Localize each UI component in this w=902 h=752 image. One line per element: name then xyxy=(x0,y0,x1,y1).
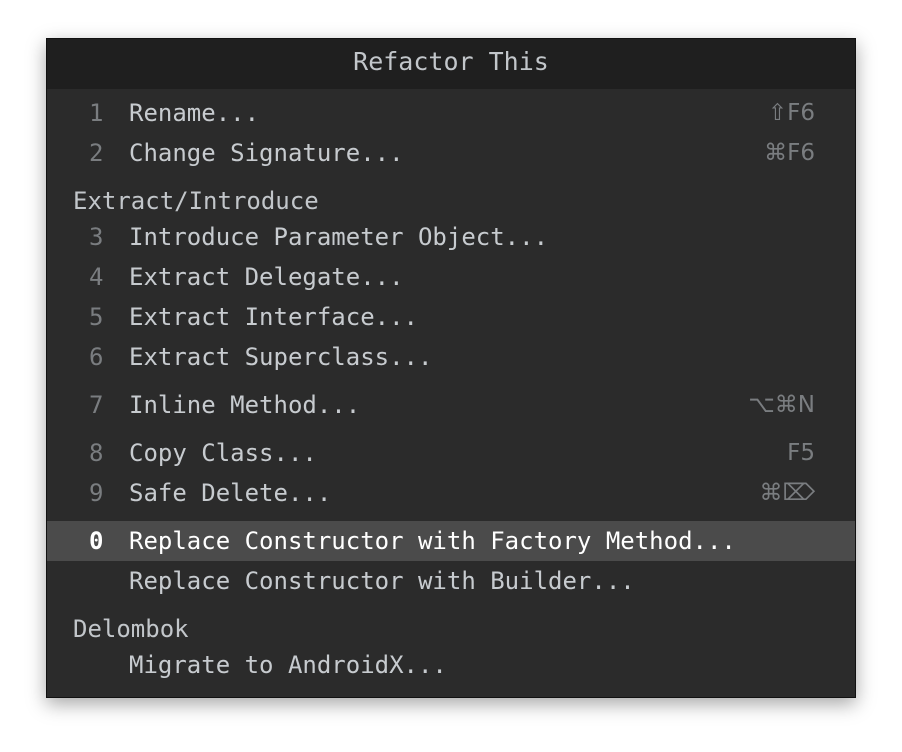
menu-item-rename[interactable]: 1 Rename... ⇧F6 xyxy=(47,93,855,133)
menu-item-replace-constructor-builder[interactable]: Replace Constructor with Builder... xyxy=(47,561,855,601)
menu-item-number: 3 xyxy=(89,223,104,251)
menu-item-label: Replace Constructor with Factory Method.… xyxy=(129,527,736,555)
menu-item-migrate-androidx[interactable]: Migrate to AndroidX... xyxy=(47,645,855,685)
menu-item-label: Rename... xyxy=(129,99,260,127)
menu-item-label: Extract Interface... xyxy=(129,303,418,331)
menu-item-number: 9 xyxy=(89,479,104,507)
menu-item-number: 8 xyxy=(89,439,104,467)
menu-item-copy-class[interactable]: 8 Copy Class... F5 xyxy=(47,433,855,473)
menu-item-label: Copy Class... xyxy=(129,439,317,467)
menu-item-label: Replace Constructor with Builder... xyxy=(129,567,635,595)
menu-item-shortcut: ⌘F6 xyxy=(764,140,815,166)
menu-item-label: Extract Delegate... xyxy=(129,263,404,291)
menu-item-extract-interface[interactable]: 5 Extract Interface... xyxy=(47,297,855,337)
menu-item-label: Migrate to AndroidX... xyxy=(129,651,447,679)
menu-item-label: Change Signature... xyxy=(129,139,404,167)
menu-item-extract-superclass[interactable]: 6 Extract Superclass... xyxy=(47,337,855,377)
menu-item-number: 1 xyxy=(89,99,104,127)
menu-item-shortcut: F5 xyxy=(787,440,815,466)
menu-item-inline-method[interactable]: 7 Inline Method... ⌥⌘N xyxy=(47,385,855,425)
menu-item-label: Introduce Parameter Object... xyxy=(129,223,549,251)
menu-item-label: Inline Method... xyxy=(129,391,361,419)
menu-item-shortcut: ⌘⌦ xyxy=(759,480,815,506)
menu-item-number: 4 xyxy=(89,263,104,291)
menu-item-number: 6 xyxy=(89,343,104,371)
group-header-delombok: Delombok xyxy=(73,615,189,643)
menu-item-shortcut: ⌥⌘N xyxy=(748,392,815,418)
menu-item-number: 0 xyxy=(89,527,104,555)
menu-item-change-signature[interactable]: 2 Change Signature... ⌘F6 xyxy=(47,133,855,173)
menu-item-extract-delegate[interactable]: 4 Extract Delegate... xyxy=(47,257,855,297)
menu-item-number: 2 xyxy=(89,139,104,167)
menu-item-label: Safe Delete... xyxy=(129,479,332,507)
menu-item-safe-delete[interactable]: 9 Safe Delete... ⌘⌦ xyxy=(47,473,855,513)
menu-item-shortcut: ⇧F6 xyxy=(767,100,815,126)
refactor-popup: Refactor This 1 Rename... ⇧F6 2 Change S… xyxy=(46,38,856,698)
menu-item-label: Extract Superclass... xyxy=(129,343,433,371)
group-header-extract-introduce: Extract/Introduce xyxy=(73,187,319,215)
menu-item-introduce-parameter-object[interactable]: 3 Introduce Parameter Object... xyxy=(47,217,855,257)
menu-item-number: 7 xyxy=(89,391,104,419)
menu-item-replace-constructor-factory[interactable]: 0 Replace Constructor with Factory Metho… xyxy=(47,521,855,561)
popup-title: Refactor This xyxy=(47,39,855,89)
menu-item-number: 5 xyxy=(89,303,104,331)
